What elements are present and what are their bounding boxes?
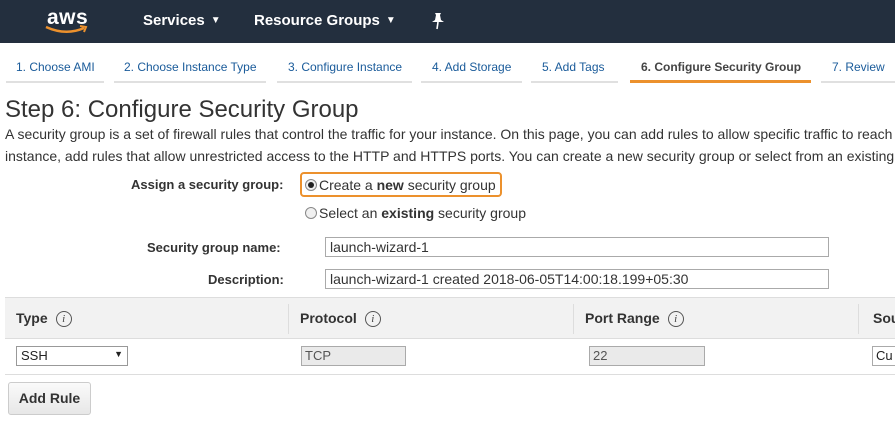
description-line-1: A security group is a set of firewall ru…: [5, 126, 893, 142]
tab-underline: [277, 81, 412, 83]
col-port-range-label: Port Range: [585, 310, 660, 326]
description-input[interactable]: launch-wizard-1 created 2018-06-05T14:00…: [325, 269, 829, 289]
tab-underline: [6, 81, 104, 83]
services-label: Services: [143, 12, 205, 29]
tab-underline: [531, 81, 618, 83]
col-type-header: Type i: [16, 310, 72, 327]
radio-checked-icon[interactable]: [305, 179, 317, 191]
tab-choose-instance-type[interactable]: 2. Choose Instance Type: [124, 60, 257, 74]
col-protocol-label: Protocol: [300, 310, 357, 326]
top-nav-bar: aws Services ▼ Resource Groups ▼: [0, 0, 895, 43]
pin-icon[interactable]: [430, 12, 446, 30]
tab-underline-active: [630, 80, 811, 83]
column-divider: [858, 304, 859, 334]
col-source-header: Sou: [873, 310, 895, 326]
chevron-down-icon: ▼: [210, 15, 221, 26]
type-select[interactable]: SSH ▼: [16, 346, 128, 366]
radio-create-new[interactable]: Create a new security group: [305, 177, 496, 193]
radio-create-new-bold: new: [376, 177, 404, 193]
col-protocol-header: Protocol i: [300, 310, 381, 327]
tab-add-storage[interactable]: 4. Add Storage: [432, 60, 511, 74]
security-group-name-input[interactable]: launch-wizard-1: [325, 237, 829, 257]
rules-table-header: Typei Protocoli Port Rangei Sou: [5, 297, 895, 339]
column-divider: [573, 304, 574, 334]
radio-create-new-post: security group: [403, 177, 496, 193]
radio-unchecked-icon[interactable]: [305, 207, 317, 219]
security-group-name-label: Security group name:: [147, 240, 281, 255]
table-row: [5, 339, 895, 375]
tab-underline: [421, 81, 522, 83]
tab-configure-security-group[interactable]: 6. Configure Security Group: [641, 60, 801, 74]
description-line-2: instance, add rules that allow unrestric…: [5, 148, 895, 164]
tab-configure-instance[interactable]: 3. Configure Instance: [288, 60, 402, 74]
protocol-field: TCP: [301, 346, 406, 366]
radio-create-new-pre: Create a: [319, 177, 377, 193]
radio-select-existing-pre: Select an: [319, 205, 382, 221]
tab-underline: [114, 81, 266, 83]
tab-choose-ami[interactable]: 1. Choose AMI: [16, 60, 95, 74]
column-divider: [288, 304, 289, 334]
description-label: Description:: [208, 272, 284, 287]
tab-review[interactable]: 7. Review: [832, 60, 885, 74]
chevron-down-icon: ▼: [385, 15, 396, 26]
resource-groups-label: Resource Groups: [254, 12, 380, 29]
tab-underline: [821, 81, 895, 83]
col-type-label: Type: [16, 310, 48, 326]
page-title: Step 6: Configure Security Group: [5, 96, 359, 123]
port-range-field: 22: [589, 346, 705, 366]
services-menu[interactable]: Services ▼: [143, 12, 221, 29]
smile-icon: [45, 25, 88, 33]
assign-security-group-label: Assign a security group:: [131, 177, 284, 192]
aws-logo[interactable]: aws: [44, 6, 90, 36]
dropdown-arrow-icon: ▼: [114, 349, 123, 359]
tab-add-tags[interactable]: 5. Add Tags: [542, 60, 605, 74]
info-icon[interactable]: i: [667, 311, 684, 327]
info-icon[interactable]: i: [364, 311, 381, 327]
wizard-steps: 1. Choose AMI 2. Choose Instance Type 3.…: [0, 43, 895, 85]
add-rule-button[interactable]: Add Rule: [8, 382, 91, 415]
resource-groups-menu[interactable]: Resource Groups ▼: [254, 12, 396, 29]
radio-select-existing-bold: existing: [381, 205, 435, 221]
source-select[interactable]: Cu: [872, 346, 895, 366]
radio-select-existing[interactable]: Select an existing security group: [305, 205, 526, 221]
radio-select-existing-post: security group: [434, 205, 526, 221]
type-select-value: SSH: [21, 348, 48, 363]
info-icon[interactable]: i: [55, 311, 72, 327]
col-port-range-header: Port Range i: [585, 310, 684, 327]
